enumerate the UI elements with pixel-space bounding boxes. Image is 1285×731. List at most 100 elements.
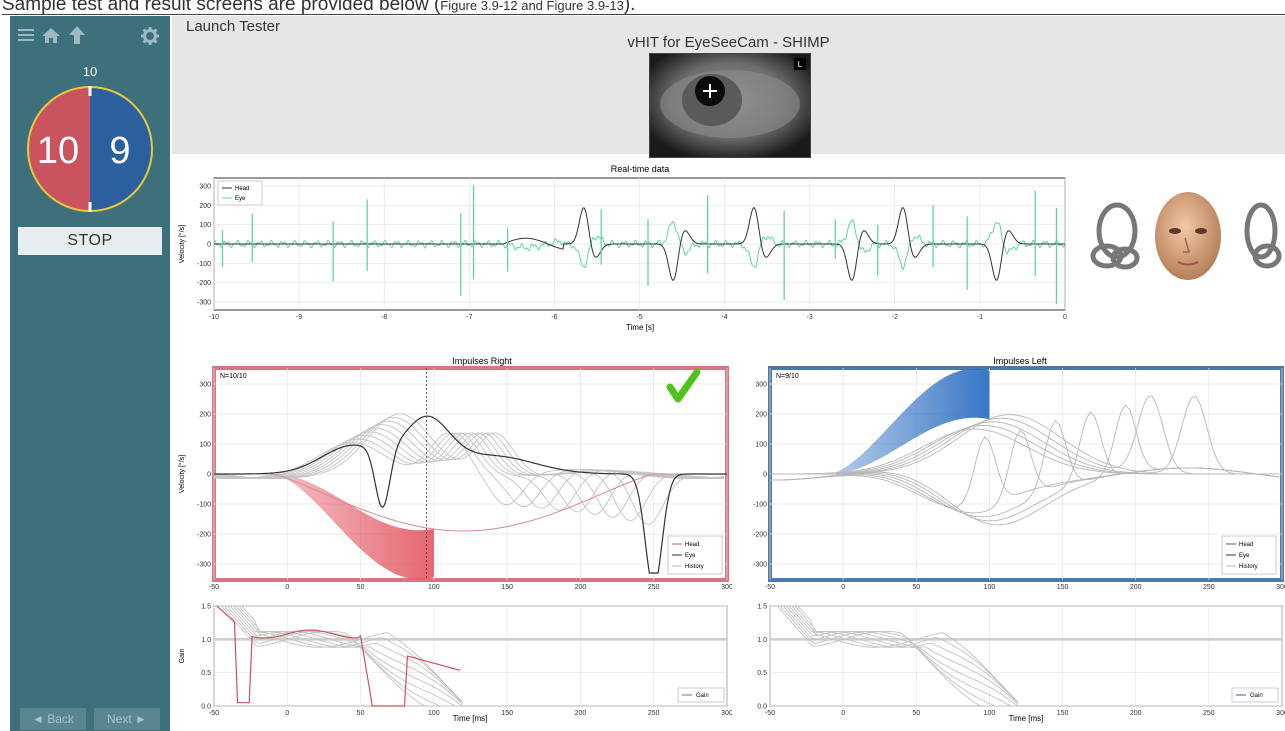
y-tick-label: 100 [199,222,211,229]
y-tick-label: -300 [197,562,211,569]
x-tick-label: -7 [466,314,472,321]
x-tick-label: -10 [209,314,219,321]
impulses-left-xticks: -50 0 50 100 150 200 250 300 [765,584,1285,590]
impulses-left-chart: Impulses Left 300 200 100 0 -100 -200 -300 -50… [753,356,1285,590]
x-tick-label: 200 [575,710,587,717]
x-tick-label: 250 [1203,710,1215,717]
realtime-title: Real-time data [611,164,670,174]
impulses-right-yticks: 300 200 100 0 -100 -200 -300 [197,382,211,569]
document-caption: Sample test and result screens are provi… [2,0,1285,15]
y-tick-label: -300 [197,300,211,307]
y-tick-label: 0 [207,242,211,249]
x-tick-label: 250 [648,710,660,717]
caption-figure-refs: Figure 3.9-12 and Figure 3.9-13 [440,0,624,13]
app-title: vHIT for EyeSeeCam - SHIMP [627,34,830,51]
legend-eye: Eye [1239,553,1250,559]
legend-gain: Gain [696,693,709,699]
menu-icon[interactable] [16,26,36,44]
y-tick-label: -100 [753,502,767,509]
header-panel: Launch Tester vHIT for EyeSeeCam - SHIMP… [172,16,1285,158]
x-tick-label: -5 [636,314,642,321]
x-tick-label: 100 [984,584,996,590]
y-tick-label: -200 [197,532,211,539]
impulse-counter-dial: 10 9 [27,86,153,212]
y-tick-label: 100 [755,442,767,449]
y-tick-label: 200 [755,412,767,419]
next-button[interactable]: Next ► [94,708,160,730]
impulses-right-chart: Impulses Right 300 200 100 0 -100 -200 -300 -5… [178,356,732,590]
y-tick-label: 1.5 [757,604,767,611]
y-tick-label: 1.0 [201,637,211,644]
y-tick-label: 0 [763,472,767,479]
x-tick-label: -2 [892,314,898,321]
y-tick-label: -100 [197,502,211,509]
y-tick-label: 0.5 [757,670,767,677]
x-tick-label: 150 [1057,584,1069,590]
stop-button[interactable]: STOP [18,227,162,255]
impulses-left-count: N=9/10 [776,373,799,380]
up-arrow-icon[interactable] [66,24,88,46]
impulses-right-legend: Head Eye History [667,535,723,575]
realtime-xlabel: Time [s] [626,323,654,332]
launch-tester-link[interactable]: Launch Tester [186,18,280,35]
legend-head: Head [235,186,249,192]
legend-head: Head [1239,542,1253,548]
legend-eye: Eye [685,553,696,559]
legend-eye: Eye [235,196,246,202]
y-tick-label: 1.5 [201,604,211,611]
gain-left-yticks: 1.51.00.50.0 [757,604,767,711]
x-tick-label: 200 [1130,710,1142,717]
head-model-icon [1090,192,1282,280]
gain-left-chart: 1.51.00.50.0 -50050100150200250300 Gain … [757,604,1285,724]
y-tick-label: 0 [207,472,211,479]
x-tick-label: 0 [841,710,845,717]
x-tick-label: -6 [551,314,557,321]
total-impulse-target: 10 [82,64,98,79]
x-tick-label: 300 [1276,584,1285,590]
x-tick-label: 150 [501,710,513,717]
x-tick-label: -8 [381,314,387,321]
caption-text: Sample test and result screens are provi… [2,0,441,15]
eye-side-marker: L [798,60,803,69]
x-tick-label: 0 [285,584,289,590]
x-tick-label: 200 [575,584,587,590]
eye-camera-view: L [649,53,811,158]
gear-icon[interactable] [140,26,160,46]
impulses-right-title: Impulses Right [452,356,512,366]
impulses-left-title: Impulses Left [993,356,1047,366]
impulses-right-count: N=10/10 [220,373,247,380]
realtime-xticks: -10 -9 -8 -7 -6 -5 -4 -3 -2 -1 0 [209,314,1067,321]
y-tick-label: -200 [197,280,211,287]
y-tick-label: 200 [199,412,211,419]
y-tick-label: 1.0 [757,637,767,644]
left-impulse-count: 9 [109,130,130,172]
x-tick-label: -50 [765,710,775,717]
x-tick-label: -50 [209,584,219,590]
impulses-left-yticks: 300 200 100 0 -100 -200 -300 [753,382,767,569]
x-tick-label: -1 [977,314,983,321]
back-button[interactable]: ◄ Back [20,708,86,730]
caption-end: ). [623,0,636,15]
x-tick-label: -4 [721,314,727,321]
gain-left-legend: Gain [1231,687,1279,703]
x-tick-label: 250 [1203,584,1215,590]
y-tick-label: 300 [199,184,211,191]
x-tick-label: 0 [285,710,289,717]
x-tick-label: 250 [648,584,660,590]
impulses-right-ylabel: Velocity [°/s] [178,455,186,493]
realtime-yticks: 300 200 100 0 -100 -200 -300 [197,184,211,307]
gain-right-xlabel: Time [ms] [453,714,488,723]
home-icon[interactable] [40,25,62,45]
y-tick-label: 300 [199,382,211,389]
legend-head: Head [685,542,699,548]
gain-right-ylabel: Gain [179,649,186,664]
impulses-right-xticks: -50 0 50 100 150 200 250 300 [209,584,732,590]
y-tick-label: -100 [197,261,211,268]
x-tick-label: 0 [841,584,845,590]
x-tick-label: 50 [357,710,365,717]
y-tick-label: 100 [199,442,211,449]
realtime-legend: Head Eye [217,180,263,206]
x-tick-label: 200 [1130,584,1142,590]
x-tick-label: 300 [1276,710,1285,717]
y-tick-label: -300 [753,562,767,569]
